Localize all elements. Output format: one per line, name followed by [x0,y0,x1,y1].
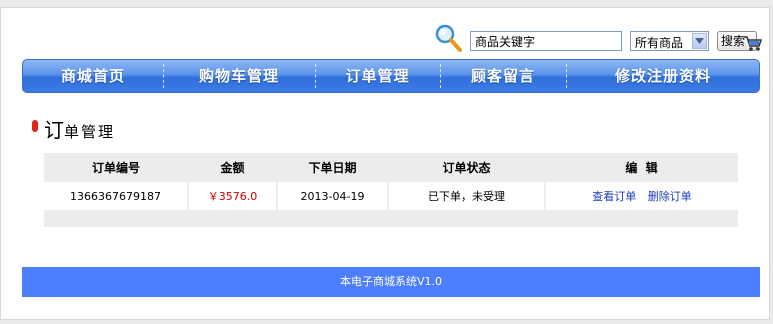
title-bullet-icon [32,120,38,132]
header-edit: 编 辑 [545,153,738,182]
cell-status: 已下单，未受理 [388,182,546,211]
footer: 本电子商城系统V1.0 [22,267,760,297]
nav-item-home[interactable]: 商城首页 [23,60,163,92]
nav-item-profile[interactable]: 修改注册资料 [566,60,759,92]
header-date: 下单日期 [277,153,388,182]
nav-item-cart[interactable]: 购物车管理 [163,60,315,92]
header-status: 订单状态 [388,153,545,182]
search-icon [435,24,462,52]
page-title: 订单管理 [44,114,115,143]
cell-date: 2013-04-19 [277,182,389,211]
category-select[interactable]: 所有商品 [630,31,709,51]
nav-item-messages[interactable]: 顾客留言 [440,60,566,92]
header-order-no: 订单编号 [44,153,188,182]
view-order-link[interactable]: 查看订单 [592,190,636,203]
header-amount: 金额 [188,153,277,182]
category-selected-value: 所有商品 [635,36,684,50]
cart-icon [744,36,762,51]
delete-order-link[interactable]: 删除订单 [648,190,692,203]
table-row: 1366367679187 ￥3576.0 2013-04-19 已下单，未受理… [44,182,738,211]
table-header-row: 订单编号 金额 下单日期 订单状态 编 辑 [44,153,738,182]
orders-table: 订单编号 金额 下单日期 订单状态 编 辑 1366367679187 ￥357… [44,153,738,211]
page-title-first: 订 [44,118,64,142]
nav-item-orders[interactable]: 订单管理 [315,60,440,92]
main-nav: 商城首页 购物车管理 订单管理 顾客留言 修改注册资料 [22,59,760,93]
search-input[interactable] [470,31,622,51]
cell-actions: 查看订单 删除订单 [545,182,738,211]
orders-table-panel: 订单编号 金额 下单日期 订单状态 编 辑 1366367679187 ￥357… [44,153,738,227]
chevron-down-icon[interactable] [692,33,707,49]
cell-amount: ￥3576.0 [188,182,278,211]
cell-order-no: 1366367679187 [44,182,189,211]
page-title-rest: 单管理 [64,123,116,141]
